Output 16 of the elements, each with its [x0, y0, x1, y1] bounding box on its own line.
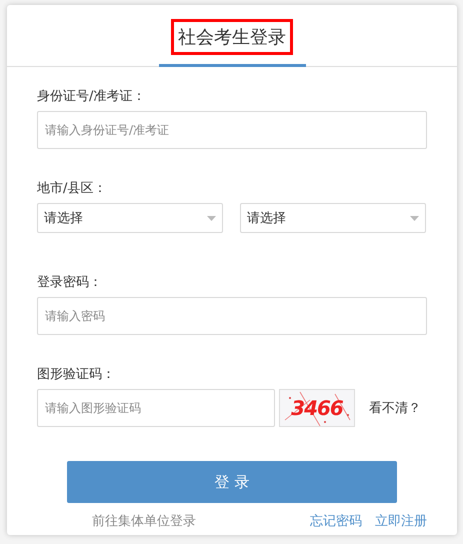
group-login-link[interactable]: 前往集体单位登录 — [92, 512, 196, 530]
field-label: 图形验证码： — [37, 366, 116, 383]
input-field[interactable]: 请输入身份证号/准考证 — [37, 111, 427, 149]
select-dropdown[interactable]: 请选择 — [37, 203, 223, 233]
caret-icon — [207, 216, 216, 220]
login-button[interactable]: 登 录 — [67, 461, 397, 503]
captcha-field[interactable]: 请输入图形验证码 — [37, 389, 275, 427]
select-dropdown[interactable]: 请选择 — [240, 203, 426, 233]
caret-icon — [410, 216, 419, 220]
password-field[interactable]: 请输入密码 — [37, 297, 427, 335]
link[interactable]: 忘记密码 — [310, 512, 362, 530]
field-label: 登录密码： — [37, 274, 103, 291]
link[interactable]: 立即注册 — [375, 512, 427, 530]
refresh-link[interactable]: 看不清？ — [369, 399, 421, 417]
field-label: 地市/县区： — [37, 180, 108, 197]
field-label: 身份证号/准考证： — [37, 88, 146, 105]
